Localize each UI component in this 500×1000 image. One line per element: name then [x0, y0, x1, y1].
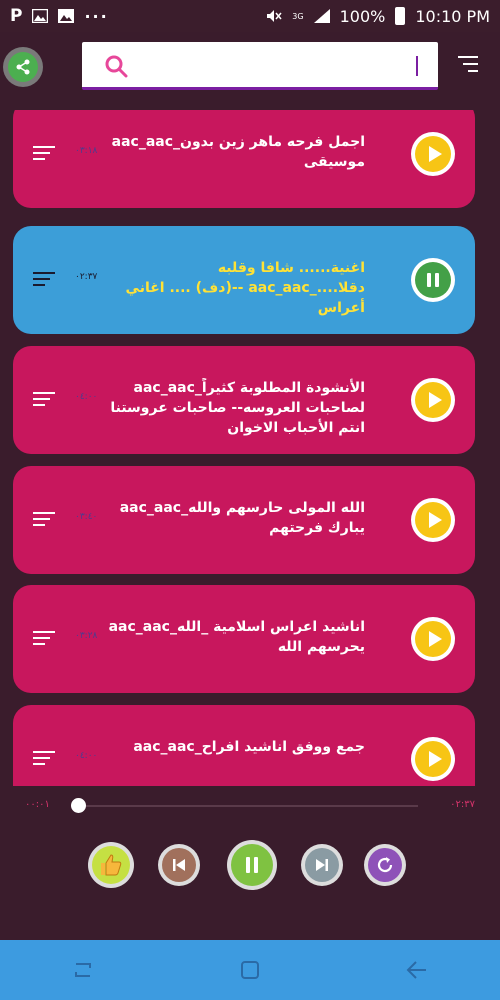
track-card[interactable]: الله المولى حارسهم والله_aac_aac يبارك ف…	[13, 466, 475, 574]
track-menu-icon[interactable]	[33, 146, 55, 162]
home-button[interactable]	[230, 950, 270, 990]
thumbs-up-icon	[101, 854, 122, 876]
total-time: ٠٢:٣٧	[450, 799, 475, 810]
elapsed-time: ٠٠:٠١	[25, 799, 50, 810]
track-card[interactable]: اجمل فرحه ماهر زين بدون_aac_aac موسيقى ٠…	[13, 110, 475, 208]
track-duration: ٠٤:٠٠	[75, 751, 98, 761]
seek-thumb[interactable]	[71, 798, 86, 813]
track-card[interactable]: اناشيد اعراس اسلامية _الله_aac_aac يحرسه…	[13, 585, 475, 693]
track-menu-icon[interactable]	[33, 272, 55, 288]
pause-button[interactable]	[411, 258, 455, 302]
play-icon	[428, 751, 442, 767]
pause-icon	[427, 273, 439, 287]
track-title: الله المولى حارسهم والله_aac_aac يبارك ف…	[119, 500, 365, 536]
track-duration: ٠٤:٠٠	[75, 392, 98, 402]
system-nav-bar	[0, 940, 500, 1000]
search-input[interactable]	[134, 54, 424, 78]
track-menu-icon[interactable]	[33, 631, 55, 647]
repeat-button[interactable]	[364, 844, 406, 886]
play-icon	[428, 631, 442, 647]
skip-next-icon	[316, 859, 328, 871]
share-button[interactable]	[3, 47, 43, 87]
main-pause-button[interactable]	[227, 840, 277, 890]
next-button[interactable]	[301, 844, 343, 886]
track-menu-icon[interactable]	[33, 392, 55, 408]
repeat-icon	[377, 857, 393, 873]
play-button[interactable]	[411, 498, 455, 542]
clock: 10:10 PM	[415, 6, 490, 26]
track-menu-icon[interactable]	[33, 751, 55, 767]
network-type: 3G	[292, 11, 304, 21]
like-button[interactable]	[88, 842, 134, 888]
seek-bar: ٠٠:٠١ ٠٢:٣٧	[0, 790, 500, 820]
search-box[interactable]	[82, 42, 438, 90]
home-icon	[240, 961, 259, 979]
image-notification-icon	[32, 9, 49, 23]
more-notifications-icon: ···	[84, 6, 109, 26]
seek-track[interactable]	[78, 805, 418, 807]
play-button[interactable]	[411, 737, 455, 781]
status-bar: P ··· 3G 100% 10:10 PM	[0, 0, 500, 32]
track-duration: ٠٣:٤٠	[75, 512, 98, 522]
track-menu-icon[interactable]	[33, 512, 55, 528]
previous-button[interactable]	[158, 844, 200, 886]
track-duration: ٠٢:٣٧	[75, 272, 98, 282]
skip-previous-icon	[173, 859, 185, 871]
gallery-notification-icon	[58, 9, 75, 23]
play-icon	[428, 512, 442, 528]
parking-notification-icon: P	[10, 6, 23, 26]
battery-percent: 100%	[339, 6, 386, 26]
mute-icon	[267, 10, 282, 22]
track-card-active[interactable]: اغنية...... شافا وقلبه دقلا...._aac_aac …	[13, 226, 475, 334]
text-cursor	[416, 56, 418, 76]
search-icon	[105, 55, 128, 78]
play-button[interactable]	[411, 132, 455, 176]
track-title: اغنية...... شافا وقلبه دقلا...._aac_aac …	[125, 260, 365, 316]
track-title: اجمل فرحه ماهر زين بدون_aac_aac موسيقى	[111, 134, 365, 170]
track-card[interactable]: جمع ووفق اناشيد افراح_aac_aac ٠٤:٠٠	[13, 705, 475, 786]
track-duration: ٠٣:١٨	[75, 146, 98, 156]
top-bar	[0, 32, 500, 100]
track-title: الأنشودة المطلوبة كثيراً_aac_aac لصاحبات…	[110, 380, 365, 436]
sort-button[interactable]	[456, 56, 478, 76]
pause-icon	[246, 857, 258, 873]
track-title: جمع ووفق اناشيد افراح_aac_aac	[133, 739, 365, 755]
recent-apps-button[interactable]	[63, 950, 103, 990]
play-icon	[428, 146, 442, 162]
player-controls	[0, 838, 500, 894]
track-title: اناشيد اعراس اسلامية _الله_aac_aac يحرسه…	[108, 619, 365, 655]
play-button[interactable]	[411, 617, 455, 661]
track-card[interactable]: الأنشودة المطلوبة كثيراً_aac_aac لصاحبات…	[13, 346, 475, 454]
play-button[interactable]	[411, 378, 455, 422]
play-icon	[428, 392, 442, 408]
back-button[interactable]	[397, 950, 437, 990]
track-list[interactable]: اجمل فرحه ماهر زين بدون_aac_aac موسيقى ٠…	[0, 110, 500, 786]
signal-icon	[313, 9, 330, 23]
recent-apps-icon	[75, 963, 92, 977]
track-duration: ٠٣:٢٨	[75, 631, 98, 641]
back-icon	[406, 961, 426, 979]
share-icon	[8, 52, 38, 82]
battery-icon	[395, 7, 406, 25]
